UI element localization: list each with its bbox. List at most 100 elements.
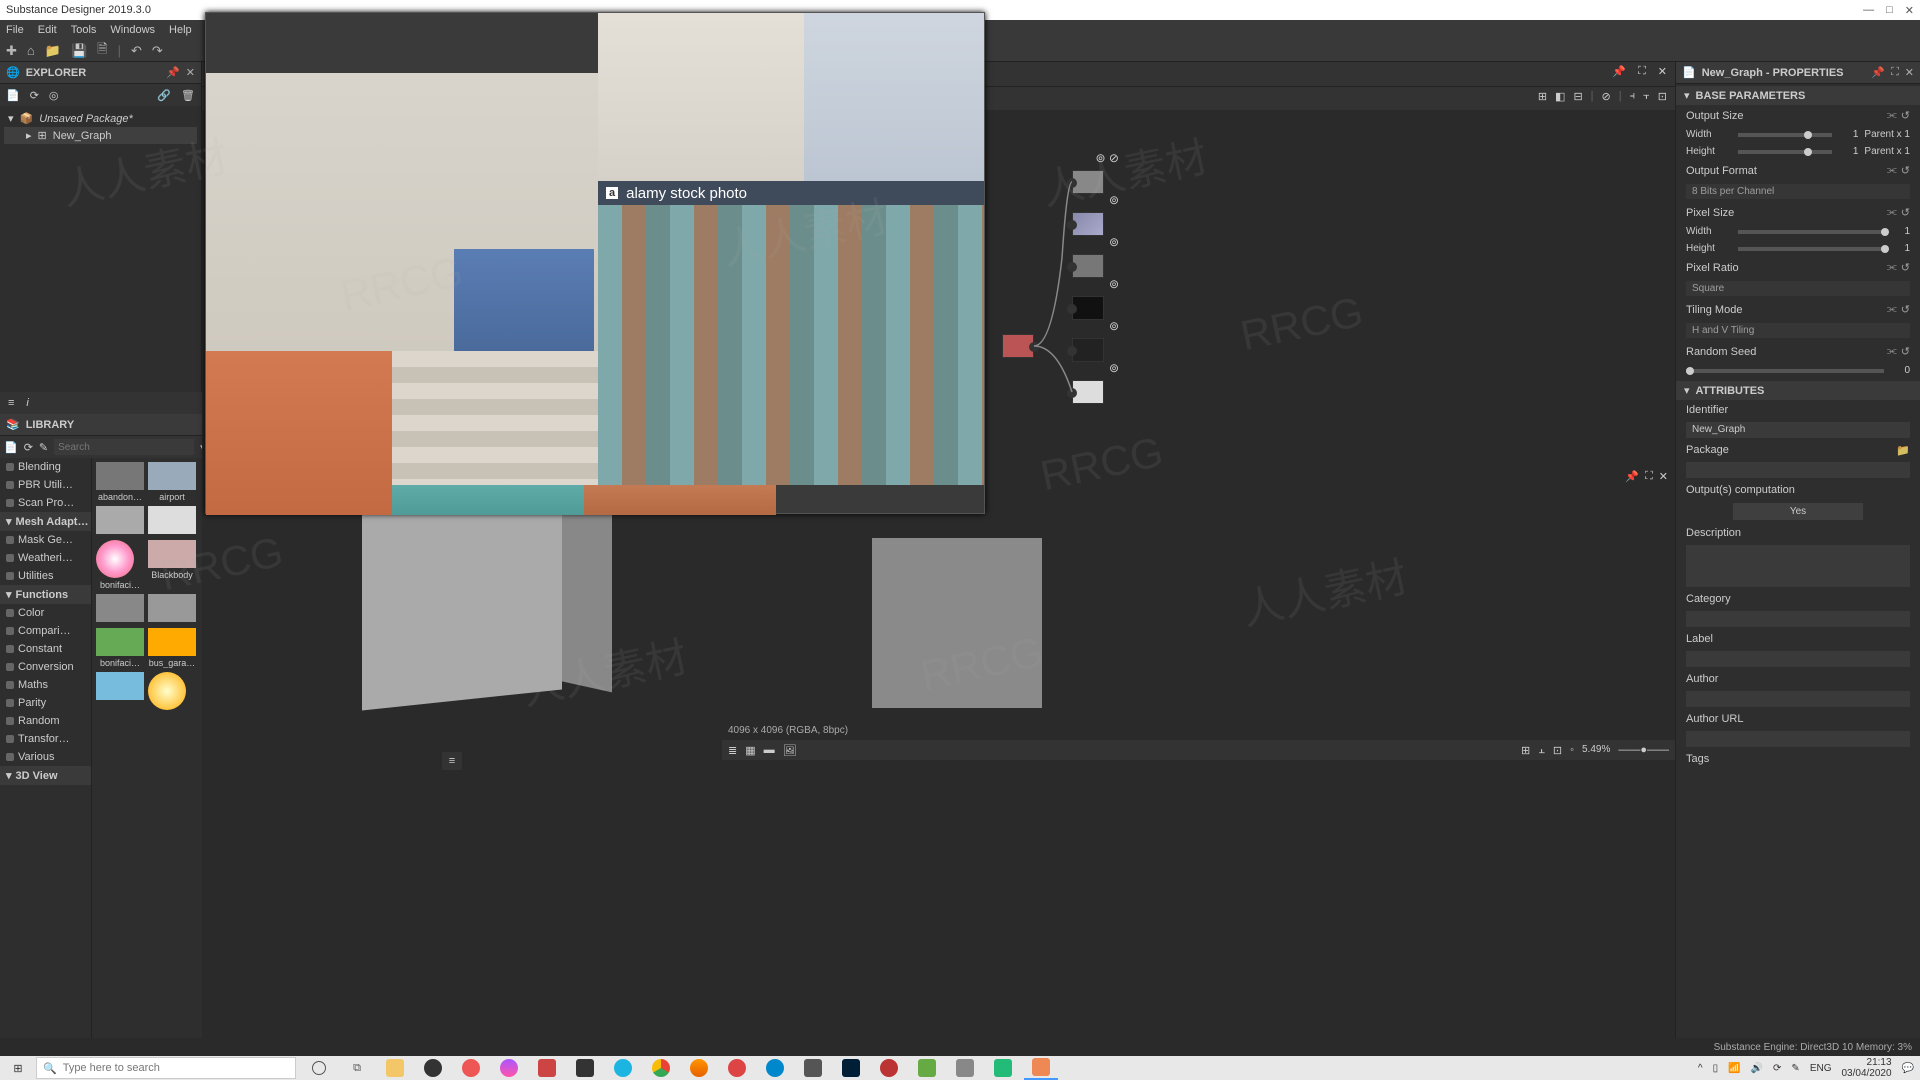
taskview-icon[interactable]: ⧉ — [340, 1056, 374, 1080]
author-input[interactable] — [1686, 691, 1910, 707]
app-icon[interactable] — [492, 1056, 526, 1080]
app-icon[interactable] — [758, 1056, 792, 1080]
library-thumbnail[interactable]: Blackbody — [148, 540, 196, 590]
app-icon[interactable] — [720, 1056, 754, 1080]
cortana-icon[interactable] — [302, 1056, 336, 1080]
app-icon[interactable] — [796, 1056, 830, 1080]
delete-icon[interactable]: 🗑 — [181, 89, 195, 102]
seed-slider[interactable] — [1686, 369, 1884, 373]
library-thumbnail[interactable]: bus_gara… — [148, 628, 196, 668]
panel-handle-icon[interactable]: ≡ — [442, 752, 462, 770]
menu-windows[interactable]: Windows — [110, 24, 155, 36]
library-thumbnail[interactable]: bonifaci… — [96, 540, 144, 590]
2d-preview[interactable] — [872, 538, 1042, 708]
refresh-icon[interactable]: ⟳ — [30, 89, 39, 102]
app-icon[interactable] — [606, 1056, 640, 1080]
battery-icon[interactable]: ▯ — [1713, 1063, 1719, 1074]
undo-icon[interactable]: ↶ — [131, 43, 142, 59]
firefox-icon[interactable] — [682, 1056, 716, 1080]
start-button[interactable]: ⊞ — [0, 1056, 36, 1080]
clock[interactable]: 21:13 03/04/2020 — [1841, 1057, 1891, 1079]
app-icon[interactable] — [568, 1056, 602, 1080]
library-thumbnail[interactable] — [148, 594, 196, 624]
maximize-panel-icon[interactable]: ⛶ — [1891, 66, 1899, 79]
author-url-input[interactable] — [1686, 731, 1910, 747]
graph-opt3-icon[interactable]: ⊟ — [1573, 90, 1582, 103]
section-base-parameters[interactable]: ▾ BASE PARAMETERS — [1676, 86, 1920, 105]
library-thumbnail[interactable]: airport — [148, 462, 196, 502]
library-thumbnail[interactable] — [148, 506, 196, 536]
save-icon[interactable]: 💾 — [71, 43, 87, 59]
library-thumbnail[interactable] — [96, 506, 144, 536]
graph-output-node[interactable]: ⊚ — [1072, 212, 1104, 236]
graph-opt1-icon[interactable]: ⊞ — [1538, 90, 1547, 103]
tool1-icon[interactable]: ≡ — [8, 397, 14, 409]
close-panel-icon[interactable]: ✕ — [1658, 65, 1667, 78]
library-category[interactable]: Weatheri… — [0, 549, 91, 567]
notifications-icon[interactable]: 💬 — [1902, 1063, 1914, 1074]
volume-icon[interactable]: 🔊 — [1751, 1063, 1763, 1074]
package-input[interactable] — [1686, 462, 1910, 478]
link-icon[interactable]: ⫘ — [1887, 109, 1897, 122]
tray-icon[interactable]: ✎ — [1791, 1063, 1799, 1074]
layers-icon[interactable]: ≣ — [728, 744, 737, 757]
chevron-right-icon[interactable]: ▸ — [26, 129, 32, 142]
app-icon[interactable] — [986, 1056, 1020, 1080]
tree-graph[interactable]: ▸ ⊞ New_Graph — [4, 127, 197, 144]
preview-cube[interactable] — [362, 489, 562, 710]
graph-output-node[interactable]: ⊚ — [1072, 338, 1104, 362]
app-icon[interactable] — [948, 1056, 982, 1080]
pin-icon[interactable]: 📌 — [1871, 66, 1885, 79]
label-input[interactable] — [1686, 651, 1910, 667]
outputs-comp-value[interactable]: Yes — [1733, 503, 1863, 520]
library-category[interactable]: Mask Ge… — [0, 531, 91, 549]
output-format-dropdown[interactable]: 8 Bits per Channel — [1686, 184, 1910, 199]
library-thumbnail[interactable] — [96, 672, 144, 712]
graph-output-node[interactable]: ⊚ — [1072, 296, 1104, 320]
library-thumbnail[interactable] — [96, 594, 144, 624]
photoshop-icon[interactable] — [834, 1056, 868, 1080]
tiling-mode-dropdown[interactable]: H and V Tiling — [1686, 323, 1910, 338]
menu-file[interactable]: File — [6, 24, 24, 36]
ruler-icon[interactable]: ⫠ — [1538, 744, 1545, 757]
library-category[interactable]: Utilities — [0, 567, 91, 585]
section-attributes[interactable]: ▾ ATTRIBUTES — [1676, 381, 1920, 400]
explorer-icon[interactable] — [378, 1056, 412, 1080]
graph-node[interactable] — [1002, 334, 1034, 358]
library-thumbnail[interactable]: abandon… — [96, 462, 144, 502]
px-width-slider[interactable] — [1738, 230, 1884, 234]
folder-icon[interactable]: 📁 — [1896, 444, 1910, 457]
maximize-panel-icon[interactable]: ⛶ — [1638, 65, 1646, 78]
library-category[interactable]: Transfor… — [0, 730, 91, 748]
library-thumbnail[interactable] — [148, 672, 196, 712]
graph-opt2-icon[interactable]: ◧ — [1555, 90, 1565, 103]
graph-align-icon[interactable]: ⫞ — [1630, 90, 1636, 103]
opt2-icon[interactable]: ◦ — [1570, 744, 1574, 757]
graph-reset-icon[interactable]: ⊡ — [1658, 90, 1667, 103]
wifi-icon[interactable]: 📶 — [1728, 1063, 1740, 1074]
app-icon[interactable] — [872, 1056, 906, 1080]
pixel-ratio-dropdown[interactable]: Square — [1686, 281, 1910, 296]
graph-output-node[interactable]: ⊚ ⊘ — [1072, 170, 1104, 194]
app-icon[interactable] — [910, 1056, 944, 1080]
maximize-icon[interactable]: □ — [1886, 4, 1893, 17]
language-indicator[interactable]: ENG — [1810, 1063, 1832, 1074]
open-icon[interactable]: 📁 — [45, 43, 61, 59]
lib-edit-icon[interactable]: ✎ — [39, 441, 48, 454]
px-height-slider[interactable] — [1738, 247, 1884, 251]
width-slider[interactable] — [1738, 133, 1832, 137]
description-input[interactable] — [1686, 545, 1910, 587]
redo-icon[interactable]: ↷ — [152, 43, 163, 59]
link-icon[interactable]: 🔗 — [157, 89, 171, 102]
pin-icon[interactable]: 📌 — [166, 66, 180, 79]
library-category[interactable]: Random — [0, 712, 91, 730]
library-category[interactable]: Compari… — [0, 622, 91, 640]
identifier-input[interactable]: New_Graph — [1686, 422, 1910, 438]
chevron-down-icon[interactable]: ▾ — [8, 112, 14, 125]
reference-image-window[interactable]: www.rrcg.cn a alamy stock photo — [205, 12, 985, 514]
close-panel-icon[interactable]: ✕ — [1659, 470, 1668, 483]
save-all-icon[interactable]: 🗎 — [97, 40, 107, 62]
pin-icon[interactable]: 📌 — [1612, 65, 1626, 78]
close-panel-icon[interactable]: ✕ — [1905, 66, 1914, 79]
library-category[interactable]: Various — [0, 748, 91, 766]
